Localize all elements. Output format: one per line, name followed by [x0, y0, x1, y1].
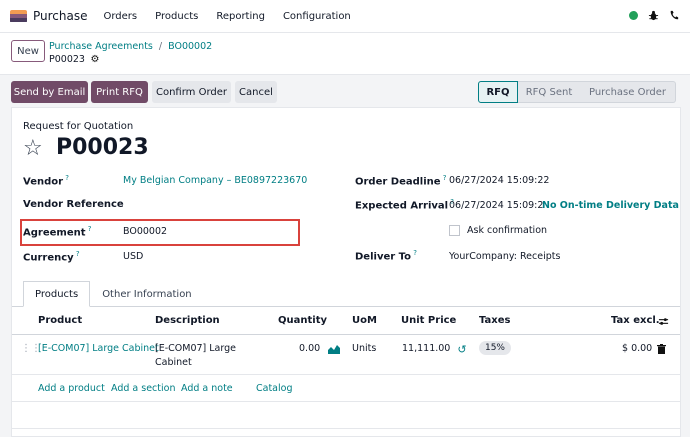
new-button[interactable]: New	[11, 40, 45, 62]
vendor-label: Vendor ?	[23, 174, 70, 188]
order-lines-header: Product Description Quantity UoM Unit Pr…	[12, 307, 680, 335]
print-rfq-button[interactable]: Print RFQ	[91, 81, 148, 103]
col-product[interactable]: Product	[38, 315, 82, 326]
col-uom[interactable]: UoM	[352, 315, 377, 326]
breadcrumb-purchase-agreements[interactable]: Purchase Agreements	[49, 41, 153, 52]
catalog-link[interactable]: Catalog	[256, 383, 292, 394]
tab-other-information[interactable]: Other Information	[90, 281, 203, 307]
expected-arrival-field[interactable]: 06/27/2024 15:09:2	[449, 200, 543, 211]
description-cell-line2[interactable]: Cabinet	[155, 357, 192, 368]
optional-columns-icon[interactable]	[657, 315, 669, 327]
currency-label: Currency ?	[23, 250, 80, 264]
bug-icon[interactable]	[647, 9, 659, 21]
status-rfq-sent[interactable]: RFQ Sent	[518, 81, 580, 103]
add-product-link[interactable]: Add a product	[38, 383, 105, 394]
col-taxes[interactable]: Taxes	[479, 315, 510, 326]
tab-products[interactable]: Products	[23, 281, 91, 307]
systray	[629, 9, 680, 21]
reset-price-icon[interactable]: ↺	[456, 343, 468, 356]
add-section-link[interactable]: Add a section	[111, 383, 175, 394]
phone-icon[interactable]	[668, 9, 680, 21]
notebook-tabs: Products Other Information	[23, 281, 204, 307]
status-dot-icon[interactable]	[629, 10, 638, 20]
breadcrumb: Purchase Agreements / BO00002	[49, 41, 212, 52]
control-panel: New Purchase Agreements / BO00002 P00023…	[0, 33, 690, 75]
col-quantity[interactable]: Quantity	[278, 315, 327, 326]
app-name[interactable]: Purchase	[33, 9, 88, 23]
trash-icon[interactable]	[655, 343, 667, 355]
add-line-row: Add a product Add a section Add a note C…	[12, 376, 680, 402]
subtotal-cell: $ 0.00	[622, 343, 653, 354]
breadcrumb-separator: /	[158, 41, 163, 52]
main-menu: Orders Products Reporting Configuration	[104, 11, 369, 22]
footer-divider	[12, 428, 680, 429]
menu-configuration[interactable]: Configuration	[283, 11, 351, 22]
on-time-delivery-link[interactable]: No On-time Delivery Data	[542, 200, 679, 211]
status-rfq[interactable]: RFQ	[478, 81, 518, 103]
ask-confirmation-checkbox[interactable]	[449, 225, 460, 236]
expected-arrival-label: Expected Arrival ?	[355, 198, 455, 212]
status-bar: RFQ RFQ Sent Purchase Order	[478, 81, 676, 103]
add-note-link[interactable]: Add a note	[181, 383, 233, 394]
uom-cell[interactable]: Units	[352, 343, 376, 354]
quantity-cell[interactable]: 0.00	[299, 343, 320, 354]
status-purchase-order[interactable]: Purchase Order	[580, 81, 676, 103]
form-sheet: Request for Quotation ☆ P00023 Vendor ? …	[11, 107, 681, 437]
product-cell[interactable]: [E-COM07] Large Cabinet	[38, 343, 159, 354]
ask-confirmation-label: Ask confirmation	[467, 225, 548, 236]
order-deadline-label: Order Deadline ?	[355, 174, 447, 188]
document-type: Request for Quotation	[23, 121, 134, 132]
menu-orders[interactable]: Orders	[104, 11, 138, 22]
currency-field[interactable]: USD	[123, 251, 143, 262]
agreement-label: Agreement ?	[23, 225, 92, 239]
tax-badge[interactable]: 15%	[479, 341, 511, 355]
forecast-chart-icon[interactable]	[328, 343, 340, 355]
action-bar: Send by Email Print RFQ Confirm Order Ca…	[0, 76, 690, 106]
agreement-field[interactable]: BO00002	[123, 226, 167, 237]
col-description[interactable]: Description	[155, 315, 220, 326]
order-deadline-field[interactable]: 06/27/2024 15:09:22	[449, 175, 549, 186]
confirm-order-button[interactable]: Confirm Order	[152, 81, 231, 103]
record-breadcrumb: P00023 ⚙	[49, 53, 101, 65]
menu-products[interactable]: Products	[155, 11, 198, 22]
table-row[interactable]: ⋮⋮ [E-COM07] Large Cabinet [E-COM07] Lar…	[12, 335, 680, 375]
table-bottom-divider	[12, 401, 680, 402]
col-tax-excl[interactable]: Tax excl.	[611, 315, 660, 326]
record-name: P00023	[49, 53, 85, 65]
deliver-to-label: Deliver To ?	[355, 249, 417, 263]
top-navbar: Purchase Orders Products Reporting Confi…	[0, 0, 690, 33]
col-unit-price[interactable]: Unit Price	[401, 315, 456, 326]
vendor-field[interactable]: My Belgian Company – BE0897223670	[123, 175, 307, 186]
purchase-app-icon[interactable]	[10, 9, 27, 23]
unit-price-cell[interactable]: 11,111.00	[402, 343, 450, 354]
star-icon[interactable]: ☆	[23, 136, 43, 161]
page-title: P00023	[56, 135, 149, 160]
gear-icon[interactable]: ⚙	[89, 53, 101, 65]
breadcrumb-agreement[interactable]: BO00002	[168, 41, 212, 52]
send-by-email-button[interactable]: Send by Email	[11, 81, 88, 103]
deliver-to-field[interactable]: YourCompany: Receipts	[449, 251, 560, 262]
cancel-button[interactable]: Cancel	[235, 81, 277, 103]
description-cell-line1[interactable]: [E-COM07] Large	[155, 343, 236, 354]
menu-reporting[interactable]: Reporting	[216, 11, 265, 22]
vendor-reference-label: Vendor Reference	[23, 199, 124, 210]
